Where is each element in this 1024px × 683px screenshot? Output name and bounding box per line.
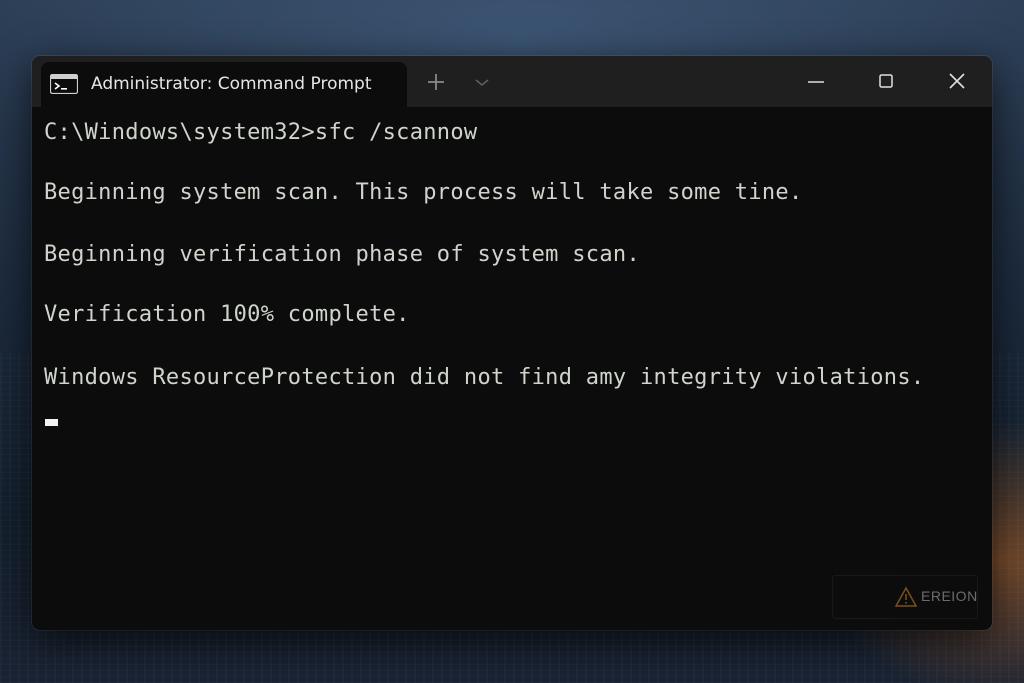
title-bar[interactable]: Administrator: Command Prompt [32, 56, 992, 107]
maximize-button[interactable] [852, 56, 920, 107]
watermark-text: EREION [921, 588, 978, 604]
plus-icon[interactable] [424, 70, 448, 94]
console-line-command: C:\Windows\system32>sfc /scannow [44, 120, 478, 145]
chevron-down-icon[interactable] [472, 72, 492, 92]
terminal-icon [49, 73, 79, 95]
tab-title: Administrator: Command Prompt [91, 74, 372, 94]
text-cursor [45, 419, 58, 426]
console-line: Beginning verification phase of system s… [44, 242, 640, 267]
close-icon [949, 73, 965, 89]
close-button[interactable] [923, 56, 991, 107]
warning-icon [894, 586, 918, 612]
command-prompt-window: Administrator: Command Prompt C:\Windows… [32, 56, 992, 630]
console-output[interactable]: C:\Windows\system32>sfc /scannow Beginni… [44, 116, 992, 630]
maximize-icon [879, 74, 893, 88]
minimize-button[interactable] [782, 56, 850, 107]
console-line: Windows ResourceProtection did not find … [44, 365, 925, 390]
console-line: Verification 100% complete. [44, 302, 410, 327]
minimize-icon [808, 81, 824, 83]
watermark-badge: EREION [832, 575, 978, 619]
console-line: Beginning system scan. This process will… [44, 180, 803, 205]
tab-command-prompt[interactable]: Administrator: Command Prompt [41, 62, 407, 107]
